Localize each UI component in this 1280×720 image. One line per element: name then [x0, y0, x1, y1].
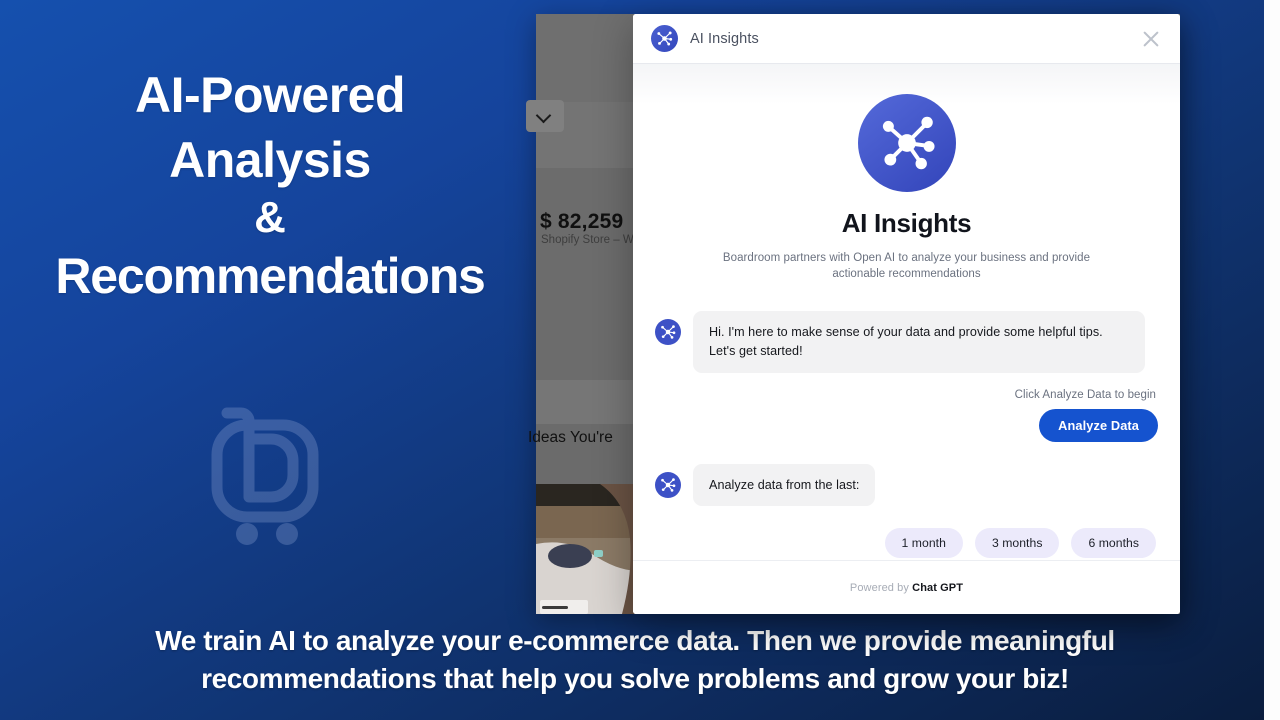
modal-header: AI Insights: [633, 14, 1180, 64]
chat-message: Analyze data from the last:: [655, 463, 1158, 507]
chat-bubble: Analyze data from the last:: [693, 463, 876, 507]
hero-title: AI Insights: [841, 208, 972, 238]
headline-line-1: AI-Powered: [134, 67, 406, 123]
powered-by-prefix: Powered by: [849, 581, 913, 594]
powered-by-brand: Chat GPT: [912, 581, 964, 594]
headline-line-2: Analysis: [169, 132, 371, 188]
timeframe-chip-3-months[interactable]: 3 months: [974, 528, 1060, 559]
right-edge-strip: [1264, 0, 1280, 720]
chat-bubble: Hi. I'm here to make sense of your data …: [693, 310, 1145, 373]
modal-title: AI Insights: [690, 30, 759, 47]
headline-line-3: &: [254, 193, 286, 242]
timeframe-chip-6-months[interactable]: 6 months: [1071, 528, 1156, 559]
chat-thread: Hi. I'm here to make sense of your data …: [655, 310, 1158, 559]
powered-by-label: Powered by Chat GPT: [850, 582, 963, 594]
cta-hint: Click Analyze Data to begin: [1014, 388, 1156, 401]
boardroom-cart-logo-icon: [205, 395, 325, 545]
app-dropdown-chevron-down-icon[interactable]: [526, 100, 564, 132]
promo-headline: AI-Powered Analysis & Recommendations: [10, 70, 530, 302]
app-kpi-label: Shopify Store – Wes: [541, 234, 646, 246]
cta-hint-row: Click Analyze Data to begin: [655, 385, 1158, 403]
ai-insights-modal: AI Insights AI Insights Boardroom partne…: [633, 14, 1180, 614]
ai-network-icon: [857, 94, 956, 192]
ai-network-icon: [655, 318, 681, 345]
close-icon[interactable]: [1138, 26, 1164, 52]
modal-body: AI Insights Boardroom partners with Open…: [633, 64, 1180, 560]
promo-caption: We train AI to analyze your e-commerce d…: [155, 625, 1115, 695]
ai-network-icon: [655, 471, 681, 498]
modal-footer: Powered by Chat GPT: [633, 560, 1180, 614]
hero-subtitle: Boardroom partners with Open AI to analy…: [722, 252, 1091, 280]
ai-network-icon: [651, 25, 678, 52]
cta-row: Analyze Data: [655, 408, 1158, 442]
app-photo: [536, 484, 644, 614]
timeframe-chip-1-month[interactable]: 1 month: [884, 528, 963, 559]
analyze-data-button[interactable]: Analyze Data: [1039, 408, 1158, 442]
promo-slide: AI-Powered Analysis & Recommendations We…: [0, 0, 1280, 720]
hero-section: AI Insights Boardroom partners with Open…: [655, 64, 1158, 283]
headline-line-4: Recommendations: [55, 247, 486, 304]
app-section-label: Ideas You're: [528, 429, 613, 446]
timeframe-chip-row: 1 month 3 months 6 months: [655, 528, 1158, 559]
app-kpi-value: $ 82,259: [540, 210, 624, 233]
chat-message: Hi. I'm here to make sense of your data …: [655, 310, 1158, 373]
